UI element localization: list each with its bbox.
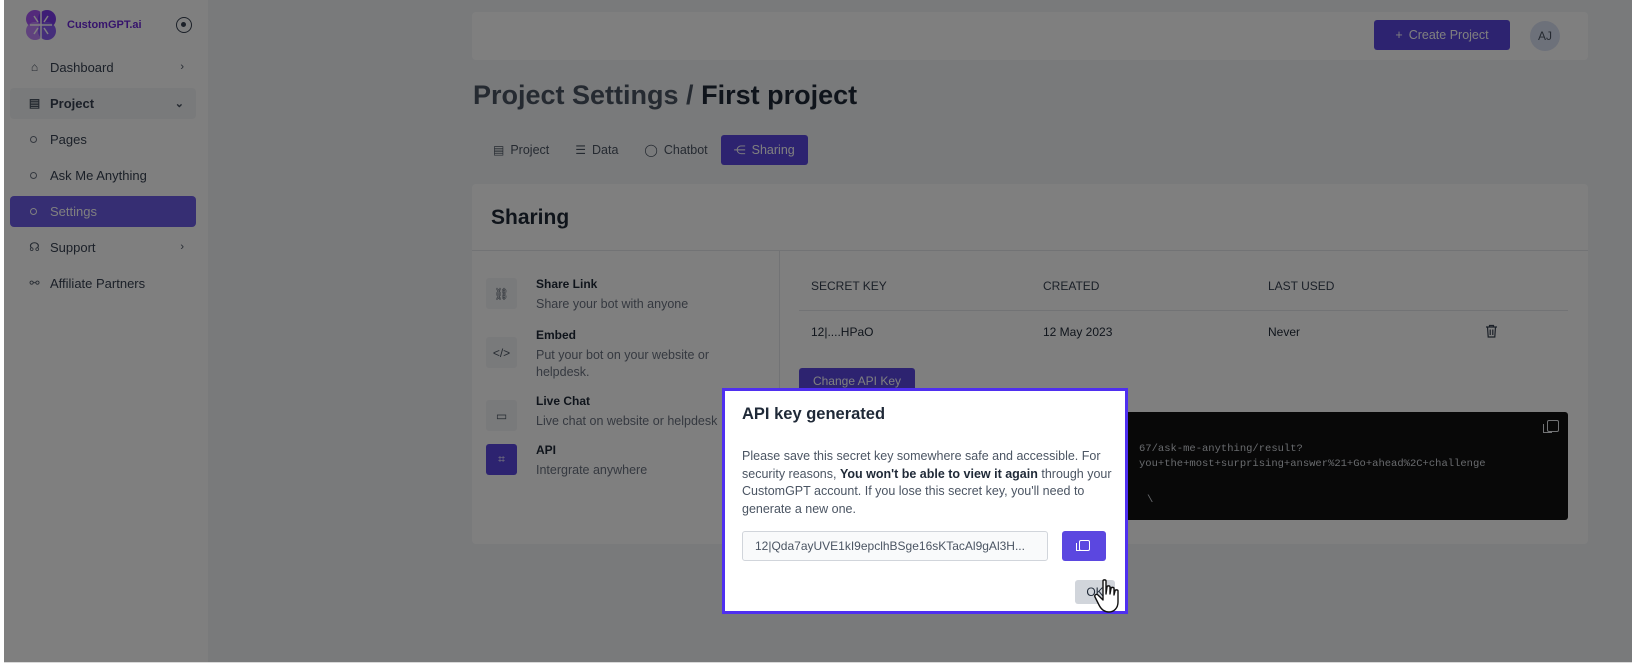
- copy-icon-back: [1076, 543, 1084, 551]
- modal-title: API key generated: [742, 405, 886, 423]
- api-key-field[interactable]: [742, 531, 1048, 561]
- copy-key-button[interactable]: [1062, 531, 1106, 561]
- message-warning: You won't be able to view it again: [839, 466, 1038, 481]
- api-key-modal: API key generated Please save this secre…: [722, 388, 1128, 614]
- hand-pointer-icon: [1094, 579, 1119, 613]
- modal-message: Please save this secret key somewhere sa…: [742, 448, 1114, 518]
